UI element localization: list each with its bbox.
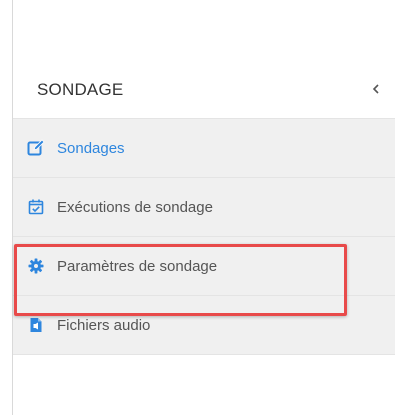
sidebar-item-parametres[interactable]: Paramètres de sondage	[13, 237, 395, 296]
sidebar-item-fichiers-audio[interactable]: Fichiers audio	[13, 296, 395, 355]
sidebar: SONDAGE Sondages Exécutions de sondage P…	[12, 0, 395, 415]
sidebar-title: SONDAGE	[37, 80, 124, 99]
sidebar-item-label: Paramètres de sondage	[57, 257, 218, 275]
sidebar-item-sondages[interactable]: Sondages	[13, 119, 395, 178]
sidebar-menu: Sondages Exécutions de sondage Paramètre…	[13, 118, 395, 355]
sidebar-header: SONDAGE	[13, 58, 395, 118]
sidebar-item-label: Exécutions de sondage	[57, 198, 213, 216]
sidebar-item-label: Sondages	[57, 139, 125, 157]
gear-icon	[27, 257, 45, 275]
edit-icon	[27, 139, 45, 157]
sidebar-item-label: Fichiers audio	[57, 316, 151, 334]
collapse-sidebar-button[interactable]	[369, 82, 383, 96]
page: SONDAGE Sondages Exécutions de sondage P…	[0, 0, 395, 415]
calendar-check-icon	[27, 198, 45, 216]
sidebar-item-executions[interactable]: Exécutions de sondage	[13, 178, 395, 237]
audio-file-icon	[27, 316, 45, 334]
chevron-left-icon	[372, 84, 379, 94]
